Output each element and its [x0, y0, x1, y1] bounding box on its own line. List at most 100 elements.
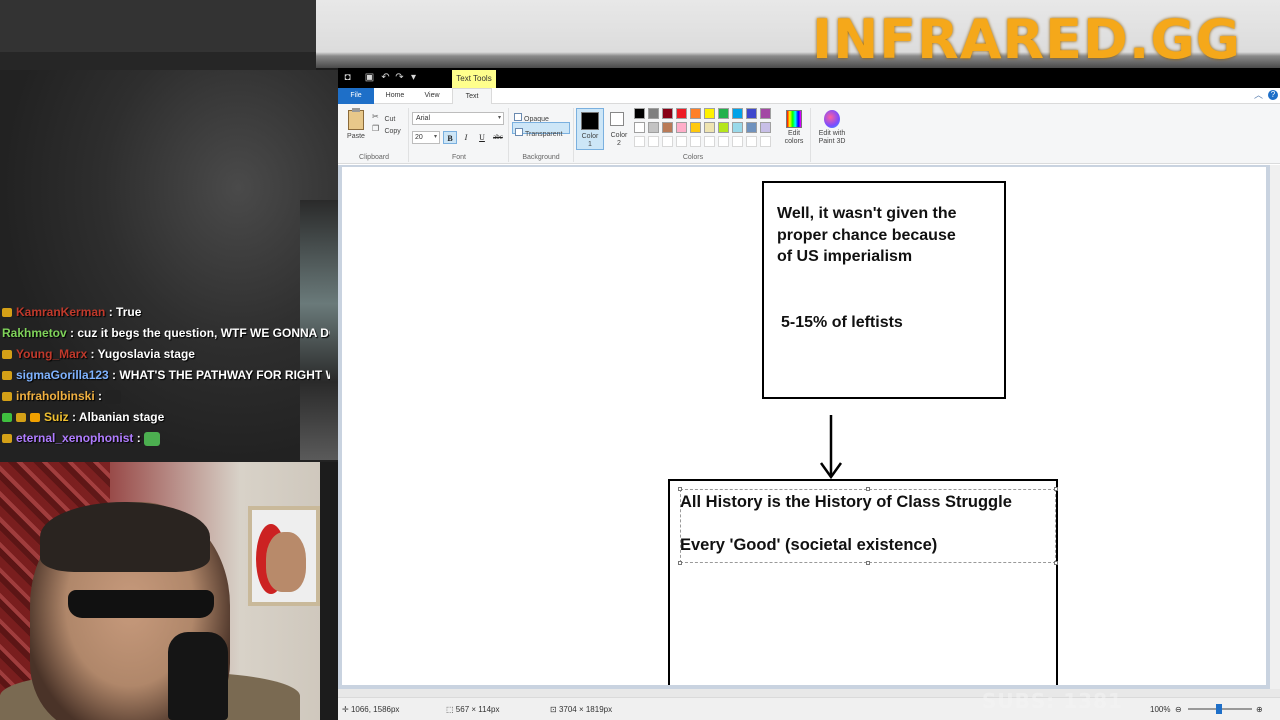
palette-swatch[interactable]: [732, 122, 743, 133]
resize-handle[interactable]: [866, 487, 870, 491]
tab-view[interactable]: View: [416, 88, 448, 104]
palette-swatch[interactable]: [732, 108, 743, 119]
palette-swatch[interactable]: [662, 108, 673, 119]
chat-text: : True: [105, 305, 142, 319]
bold-button[interactable]: B: [443, 131, 457, 144]
vertical-scrollbar[interactable]: [1270, 165, 1280, 689]
font-family-value: Arial: [416, 115, 431, 122]
palette-swatch[interactable]: [676, 136, 687, 147]
box2-line1[interactable]: All History is the History of Class Stru…: [680, 492, 1012, 513]
chat-username[interactable]: infraholbinski: [16, 389, 95, 403]
chat-username[interactable]: Rakhmetov: [2, 326, 67, 340]
webcam-microphone: [168, 632, 228, 720]
palette-swatch[interactable]: [746, 122, 757, 133]
customize-toolbar-icon[interactable]: ▾: [408, 72, 419, 83]
help-icon[interactable]: ?: [1268, 90, 1278, 100]
edit-colors-button[interactable]: Edit colors: [780, 108, 808, 152]
zoom-in-icon[interactable]: ⊕: [1256, 698, 1263, 720]
font-family-select[interactable]: Arial ▾: [412, 112, 504, 125]
palette-swatch[interactable]: [704, 136, 715, 147]
tab-file[interactable]: File: [338, 88, 374, 104]
subs-counter: SUBS: 1381: [982, 689, 1123, 713]
cut-button[interactable]: ✂ Cut: [372, 108, 406, 123]
edit-with-paint3d-button[interactable]: Edit with Paint 3D: [812, 108, 852, 152]
palette-swatch[interactable]: [662, 136, 673, 147]
zoom-slider[interactable]: [1188, 704, 1252, 714]
palette-swatch[interactable]: [760, 122, 771, 133]
opaque-button[interactable]: Opaque: [512, 108, 570, 123]
palette-swatch[interactable]: [760, 108, 771, 119]
italic-button[interactable]: I: [459, 131, 473, 144]
palette-swatch[interactable]: [704, 108, 715, 119]
resize-handle[interactable]: [678, 487, 682, 491]
resize-handle[interactable]: [678, 561, 682, 565]
color2-label-line1: Color: [610, 132, 628, 139]
color1-label-line1: Color: [581, 133, 599, 140]
palette-swatch[interactable]: [704, 122, 715, 133]
palette-swatch[interactable]: [634, 136, 645, 147]
palette-swatch[interactable]: [690, 122, 701, 133]
chat-text: : WHAT'S THE PATHWAY FOR RIGHT WING: [112, 368, 330, 382]
redo-icon[interactable]: ↷: [394, 72, 405, 83]
palette-swatch[interactable]: [648, 108, 659, 119]
paste-icon: [348, 108, 364, 130]
palette-swatch[interactable]: [648, 122, 659, 133]
palette-swatch[interactable]: [634, 122, 645, 133]
horizontal-scrollbar[interactable]: [338, 689, 1280, 697]
palette-swatch[interactable]: [718, 108, 729, 119]
drawing-canvas[interactable]: Well, it wasn't given the proper chance …: [342, 167, 1266, 685]
resize-handle[interactable]: [1054, 561, 1058, 565]
palette-swatch[interactable]: [760, 136, 771, 147]
palette-swatch[interactable]: [690, 136, 701, 147]
paste-button[interactable]: Paste: [344, 108, 368, 150]
chat-username[interactable]: Young_Marx: [16, 347, 87, 361]
app-icon[interactable]: ◘: [342, 72, 353, 83]
zoom-out-icon[interactable]: ⊖: [1175, 698, 1182, 720]
palette-swatch[interactable]: [718, 122, 729, 133]
chat-username[interactable]: sigmaGorilla123: [16, 368, 109, 382]
font-size-select[interactable]: 20 ▾: [412, 131, 440, 144]
transparent-button[interactable]: Transparent: [512, 122, 570, 138]
save-icon[interactable]: ▣: [364, 72, 375, 83]
strikethrough-button[interactable]: abc: [491, 131, 505, 144]
palette-swatch[interactable]: [676, 108, 687, 119]
color1-label: Color 1: [577, 133, 603, 149]
resize-handle[interactable]: [866, 561, 870, 565]
cursor-position: ✛ 1066, 1586px: [342, 698, 399, 720]
paint3d-line2: Paint 3D: [818, 138, 846, 145]
webcam-poster: [248, 506, 320, 606]
tab-home[interactable]: Home: [378, 88, 412, 104]
chat-username[interactable]: Suiz: [44, 410, 69, 424]
palette-swatch[interactable]: [690, 108, 701, 119]
copy-label: Copy: [384, 128, 401, 135]
copy-button[interactable]: ❐ Copy: [372, 120, 406, 135]
palette-swatch[interactable]: [648, 136, 659, 147]
chat-username[interactable]: eternal_xenophonist: [16, 431, 133, 445]
color2-button[interactable]: Color 2: [606, 108, 632, 150]
palette-swatch[interactable]: [662, 122, 673, 133]
chat-message: infraholbinski :: [0, 386, 330, 407]
undo-icon[interactable]: ↶: [380, 72, 391, 83]
palette-swatch[interactable]: [718, 136, 729, 147]
zoom-level: 100%: [1150, 705, 1171, 714]
font-group-label: Font: [451, 154, 466, 161]
chat-badge-icon: [2, 350, 12, 360]
palette-swatch[interactable]: [746, 108, 757, 119]
box2-line2[interactable]: Every 'Good' (societal existence): [680, 535, 937, 556]
palette-swatch[interactable]: [732, 136, 743, 147]
selection-size: ⬚ 567 × 114px: [446, 698, 499, 720]
text-tools-context-tab: Text Tools: [452, 70, 496, 88]
palette-swatch[interactable]: [634, 108, 645, 119]
collapse-ribbon-icon[interactable]: ︿: [1254, 90, 1264, 100]
palette-swatch[interactable]: [746, 136, 757, 147]
resize-handle[interactable]: [1054, 487, 1058, 491]
tab-text[interactable]: Text: [452, 88, 492, 105]
copy-icon: ❐: [372, 123, 380, 133]
underline-button[interactable]: U: [475, 131, 489, 144]
chat-username[interactable]: KamranKerman: [16, 305, 105, 319]
color1-button[interactable]: Color 1: [576, 108, 604, 150]
chat-message: Young_Marx : Yugoslavia stage: [0, 344, 330, 365]
box1-line2: proper chance because: [777, 227, 956, 244]
palette-swatch[interactable]: [676, 122, 687, 133]
zoom-slider-thumb[interactable]: [1216, 704, 1222, 714]
